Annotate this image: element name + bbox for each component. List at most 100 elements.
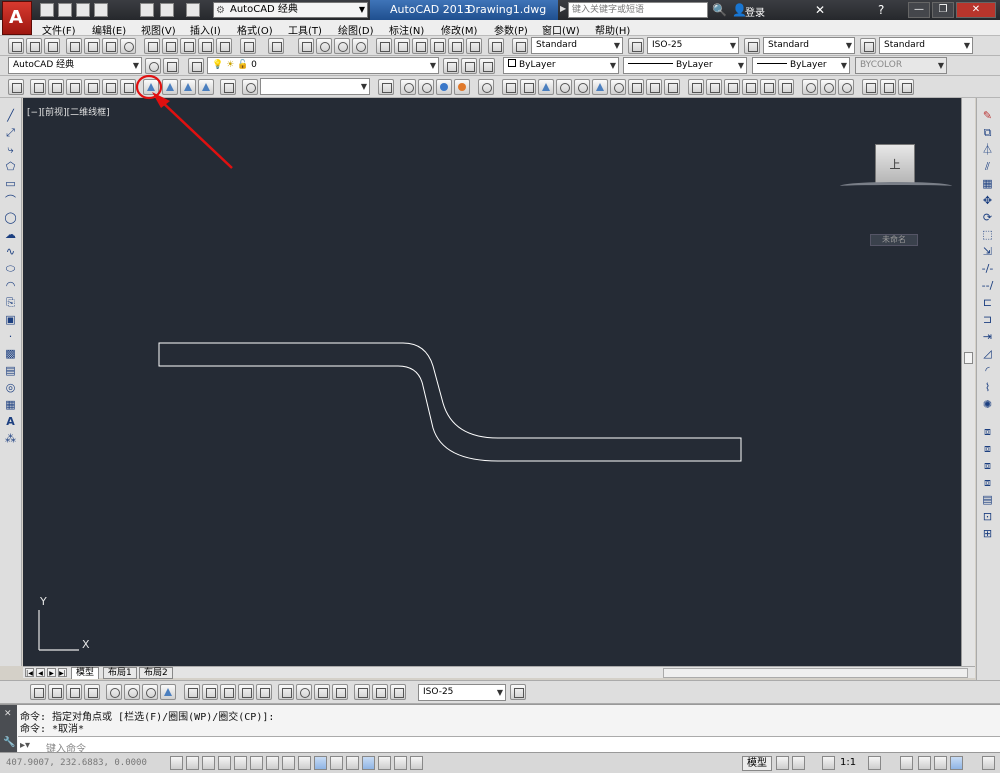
draworder-under-icon[interactable]: ⧈ xyxy=(980,475,995,490)
presspull-icon[interactable] xyxy=(664,79,680,95)
linear-dim-icon[interactable] xyxy=(30,684,46,700)
point-icon[interactable]: · xyxy=(3,329,18,344)
sheet-set-icon[interactable] xyxy=(430,38,446,54)
tolerance-icon[interactable] xyxy=(278,684,294,700)
realistic-style-icon[interactable] xyxy=(454,79,470,95)
rotate-icon[interactable]: ⟳ xyxy=(980,210,995,225)
workspace-settings-icon[interactable] xyxy=(145,58,161,74)
dim-text-edit-icon[interactable] xyxy=(372,684,388,700)
wrench-icon[interactable]: 🔧 xyxy=(3,737,15,748)
coordinate-readout[interactable]: 407.9007, 232.6883, 0.0000 xyxy=(6,758,147,768)
menu-dimension[interactable]: 标注(N) xyxy=(389,22,424,37)
box-icon[interactable] xyxy=(502,79,518,95)
array-icon[interactable]: ▦ xyxy=(980,176,995,191)
multiline-text-icon[interactable]: A xyxy=(3,414,18,429)
break-icon[interactable]: ⊐ xyxy=(980,312,995,327)
multileader-style-combo[interactable]: Standard ▼ xyxy=(879,37,973,54)
rectangle-icon[interactable]: ▭ xyxy=(3,176,18,191)
isolate-objects-icon[interactable] xyxy=(950,756,963,770)
model-space-toggle[interactable]: 模型 xyxy=(742,756,772,771)
region-icon[interactable]: ◎ xyxy=(3,380,18,395)
ne-isometric-icon[interactable] xyxy=(180,79,196,95)
annotation-scale[interactable]: 1:1 xyxy=(840,757,856,768)
3d-rotate-icon[interactable] xyxy=(820,79,836,95)
conceptual-style-icon[interactable] xyxy=(478,79,494,95)
redo-icon[interactable] xyxy=(186,3,200,17)
scale-icon[interactable]: ⬚ xyxy=(980,227,995,242)
mirror-icon[interactable]: ⏃ xyxy=(980,142,995,157)
new-icon[interactable] xyxy=(8,38,24,54)
angular-dim-icon[interactable] xyxy=(160,684,176,700)
view-back-icon[interactable] xyxy=(120,79,136,95)
cylinder-icon[interactable] xyxy=(574,79,590,95)
move-icon[interactable]: ✥ xyxy=(980,193,995,208)
baseline-dim-icon[interactable] xyxy=(202,684,218,700)
first-tab-icon[interactable]: |◀ xyxy=(25,668,34,677)
ordinate-dim-icon[interactable] xyxy=(84,684,100,700)
publish-icon[interactable] xyxy=(102,38,118,54)
layer-state-icon[interactable] xyxy=(479,58,495,74)
menu-edit[interactable]: 编辑(E) xyxy=(92,22,126,37)
view-bottom-icon[interactable] xyxy=(48,79,64,95)
view-combo[interactable]: ▼ xyxy=(260,78,370,95)
viewcube-compass[interactable] xyxy=(840,182,952,190)
drawing-canvas[interactable]: [−][前视][二维线框] Y X xyxy=(23,98,963,666)
radius-dim-icon[interactable] xyxy=(106,684,122,700)
insert-block-icon[interactable]: ⎘ xyxy=(3,295,18,310)
lineweight-icon[interactable] xyxy=(330,756,343,770)
vertical-scrollbar[interactable] xyxy=(961,98,975,666)
slice-icon[interactable] xyxy=(880,79,896,95)
quick-properties-icon[interactable] xyxy=(362,756,375,770)
pyramid-icon[interactable] xyxy=(592,79,608,95)
construction-line-icon[interactable]: ⤢ xyxy=(3,125,18,140)
table-style-combo[interactable]: Standard ▼ xyxy=(763,37,855,54)
polyline-icon[interactable]: ⤷ xyxy=(3,142,18,157)
selection-cycling-icon[interactable] xyxy=(378,756,391,770)
save-icon[interactable] xyxy=(76,3,90,17)
transparency-icon[interactable] xyxy=(346,756,359,770)
plotstyle-combo[interactable]: BYCOLOR ▼ xyxy=(855,57,947,74)
workspace-combo[interactable]: ⚙ AutoCAD 经典 ▼ xyxy=(213,2,368,18)
snap-mode-icon[interactable] xyxy=(186,756,199,770)
se-isometric-icon[interactable] xyxy=(162,79,178,95)
dim-space-icon[interactable] xyxy=(238,684,254,700)
block-editor-icon[interactable] xyxy=(216,38,232,54)
preview-icon[interactable] xyxy=(84,38,100,54)
make-block-icon[interactable]: ▣ xyxy=(3,312,18,327)
menu-format[interactable]: 格式(O) xyxy=(237,22,273,37)
jogged-dim-icon[interactable] xyxy=(124,684,140,700)
fillet-icon[interactable]: ◜ xyxy=(980,363,995,378)
search-input[interactable]: 键入关键字或短语 xyxy=(568,2,708,18)
table-style-icon[interactable] xyxy=(744,38,760,54)
hardware-acceleration-icon[interactable] xyxy=(934,756,947,770)
dim-style-icon[interactable] xyxy=(628,38,644,54)
login-link[interactable]: 登录 xyxy=(745,4,765,19)
tab-layout2[interactable]: 布局2 xyxy=(139,667,173,679)
command-handle[interactable]: ✕ 🔧 xyxy=(0,705,17,753)
quick-view-drawings-icon[interactable] xyxy=(792,756,805,770)
object-snap-icon[interactable] xyxy=(250,756,263,770)
menu-view[interactable]: 视图(V) xyxy=(141,22,176,37)
save-icon[interactable] xyxy=(44,38,60,54)
command-prompt-icon[interactable]: ▸▾ xyxy=(20,740,30,751)
chevron-right-icon[interactable]: ▶ xyxy=(560,4,566,13)
grid-display-icon[interactable] xyxy=(202,756,215,770)
camera-icon[interactable] xyxy=(220,79,236,95)
prev-tab-icon[interactable]: ◀ xyxy=(36,668,45,677)
revolve-icon[interactable] xyxy=(706,79,722,95)
workspace-select[interactable]: AutoCAD 经典 ▼ xyxy=(8,57,142,74)
dim-style-combo[interactable]: ISO-25 ▼ xyxy=(647,37,739,54)
restore-button[interactable]: ❐ xyxy=(932,2,954,18)
join-icon[interactable]: ⇥ xyxy=(980,329,995,344)
spline-icon[interactable]: ∿ xyxy=(3,244,18,259)
hidden-style-icon[interactable] xyxy=(436,79,452,95)
trim-icon[interactable]: -/- xyxy=(980,261,995,276)
next-tab-icon[interactable]: ▶ xyxy=(47,668,56,677)
dynamic-ucs-icon[interactable] xyxy=(298,756,311,770)
menu-insert[interactable]: 插入(I) xyxy=(190,22,221,37)
menu-parametric[interactable]: 参数(P) xyxy=(494,22,528,37)
annotation-visibility-icon[interactable] xyxy=(868,756,881,770)
application-menu-button[interactable]: A xyxy=(2,1,32,35)
annotation-front-icon[interactable]: ⊞ xyxy=(980,526,995,541)
annotation-scale-icon[interactable] xyxy=(822,756,835,770)
